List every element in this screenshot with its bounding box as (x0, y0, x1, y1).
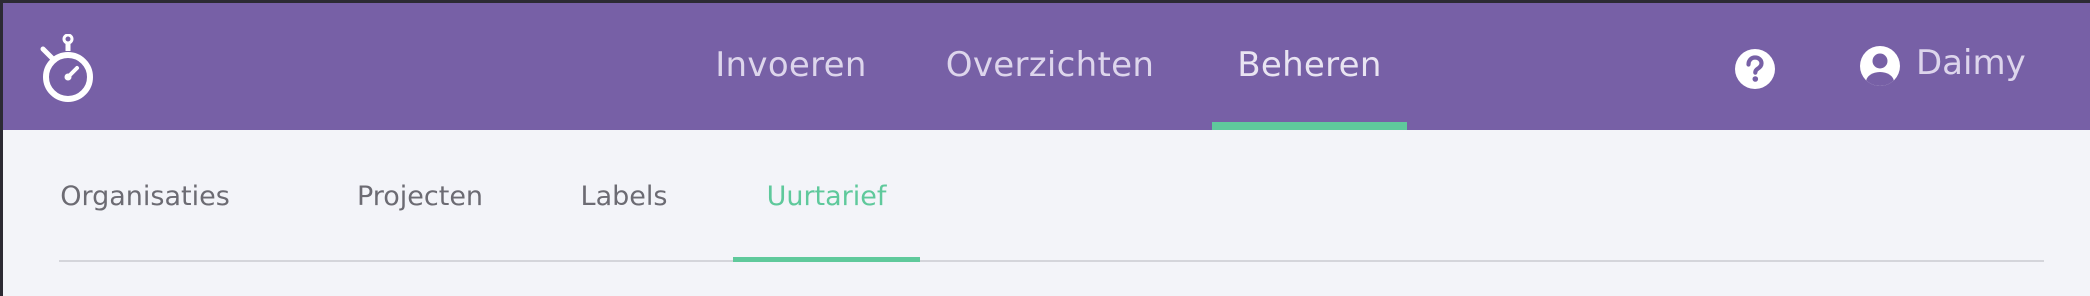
app-frame: Invoeren Overzichten Beheren Daimy Organ… (0, 0, 2090, 296)
tab-organisaties[interactable]: Organisaties (59, 130, 231, 260)
nav-item-beheren[interactable]: Beheren (1212, 3, 1407, 130)
sub-navigation-tabs: Organisaties Projecten Labels Uurtarief (59, 130, 2044, 262)
top-navigation-bar: Invoeren Overzichten Beheren Daimy (3, 3, 2090, 130)
tab-uurtarief[interactable]: Uurtarief (733, 130, 920, 262)
active-tab-indicator (733, 257, 920, 262)
tab-label: Labels (580, 180, 668, 212)
nav-item-label: Invoeren (715, 44, 867, 85)
tab-labels[interactable]: Labels (580, 130, 668, 260)
tab-label: Organisaties (60, 180, 230, 212)
active-nav-indicator (1212, 122, 1407, 130)
tab-projecten[interactable]: Projecten (355, 130, 485, 260)
nav-item-label: Overzichten (945, 44, 1155, 85)
nav-item-overzichten[interactable]: Overzichten (935, 3, 1165, 130)
nav-item-label: Beheren (1237, 44, 1382, 85)
user-name: Daimy (1916, 43, 2026, 83)
main-navigation: Invoeren Overzichten Beheren (3, 3, 2090, 130)
tab-label: Uurtarief (766, 180, 887, 212)
user-menu[interactable]: Daimy (1859, 43, 2026, 89)
tab-label: Projecten (356, 180, 484, 212)
user-avatar-icon (1859, 45, 1901, 87)
nav-item-invoeren[interactable]: Invoeren (706, 3, 876, 130)
help-circle-icon[interactable] (1734, 48, 1776, 90)
